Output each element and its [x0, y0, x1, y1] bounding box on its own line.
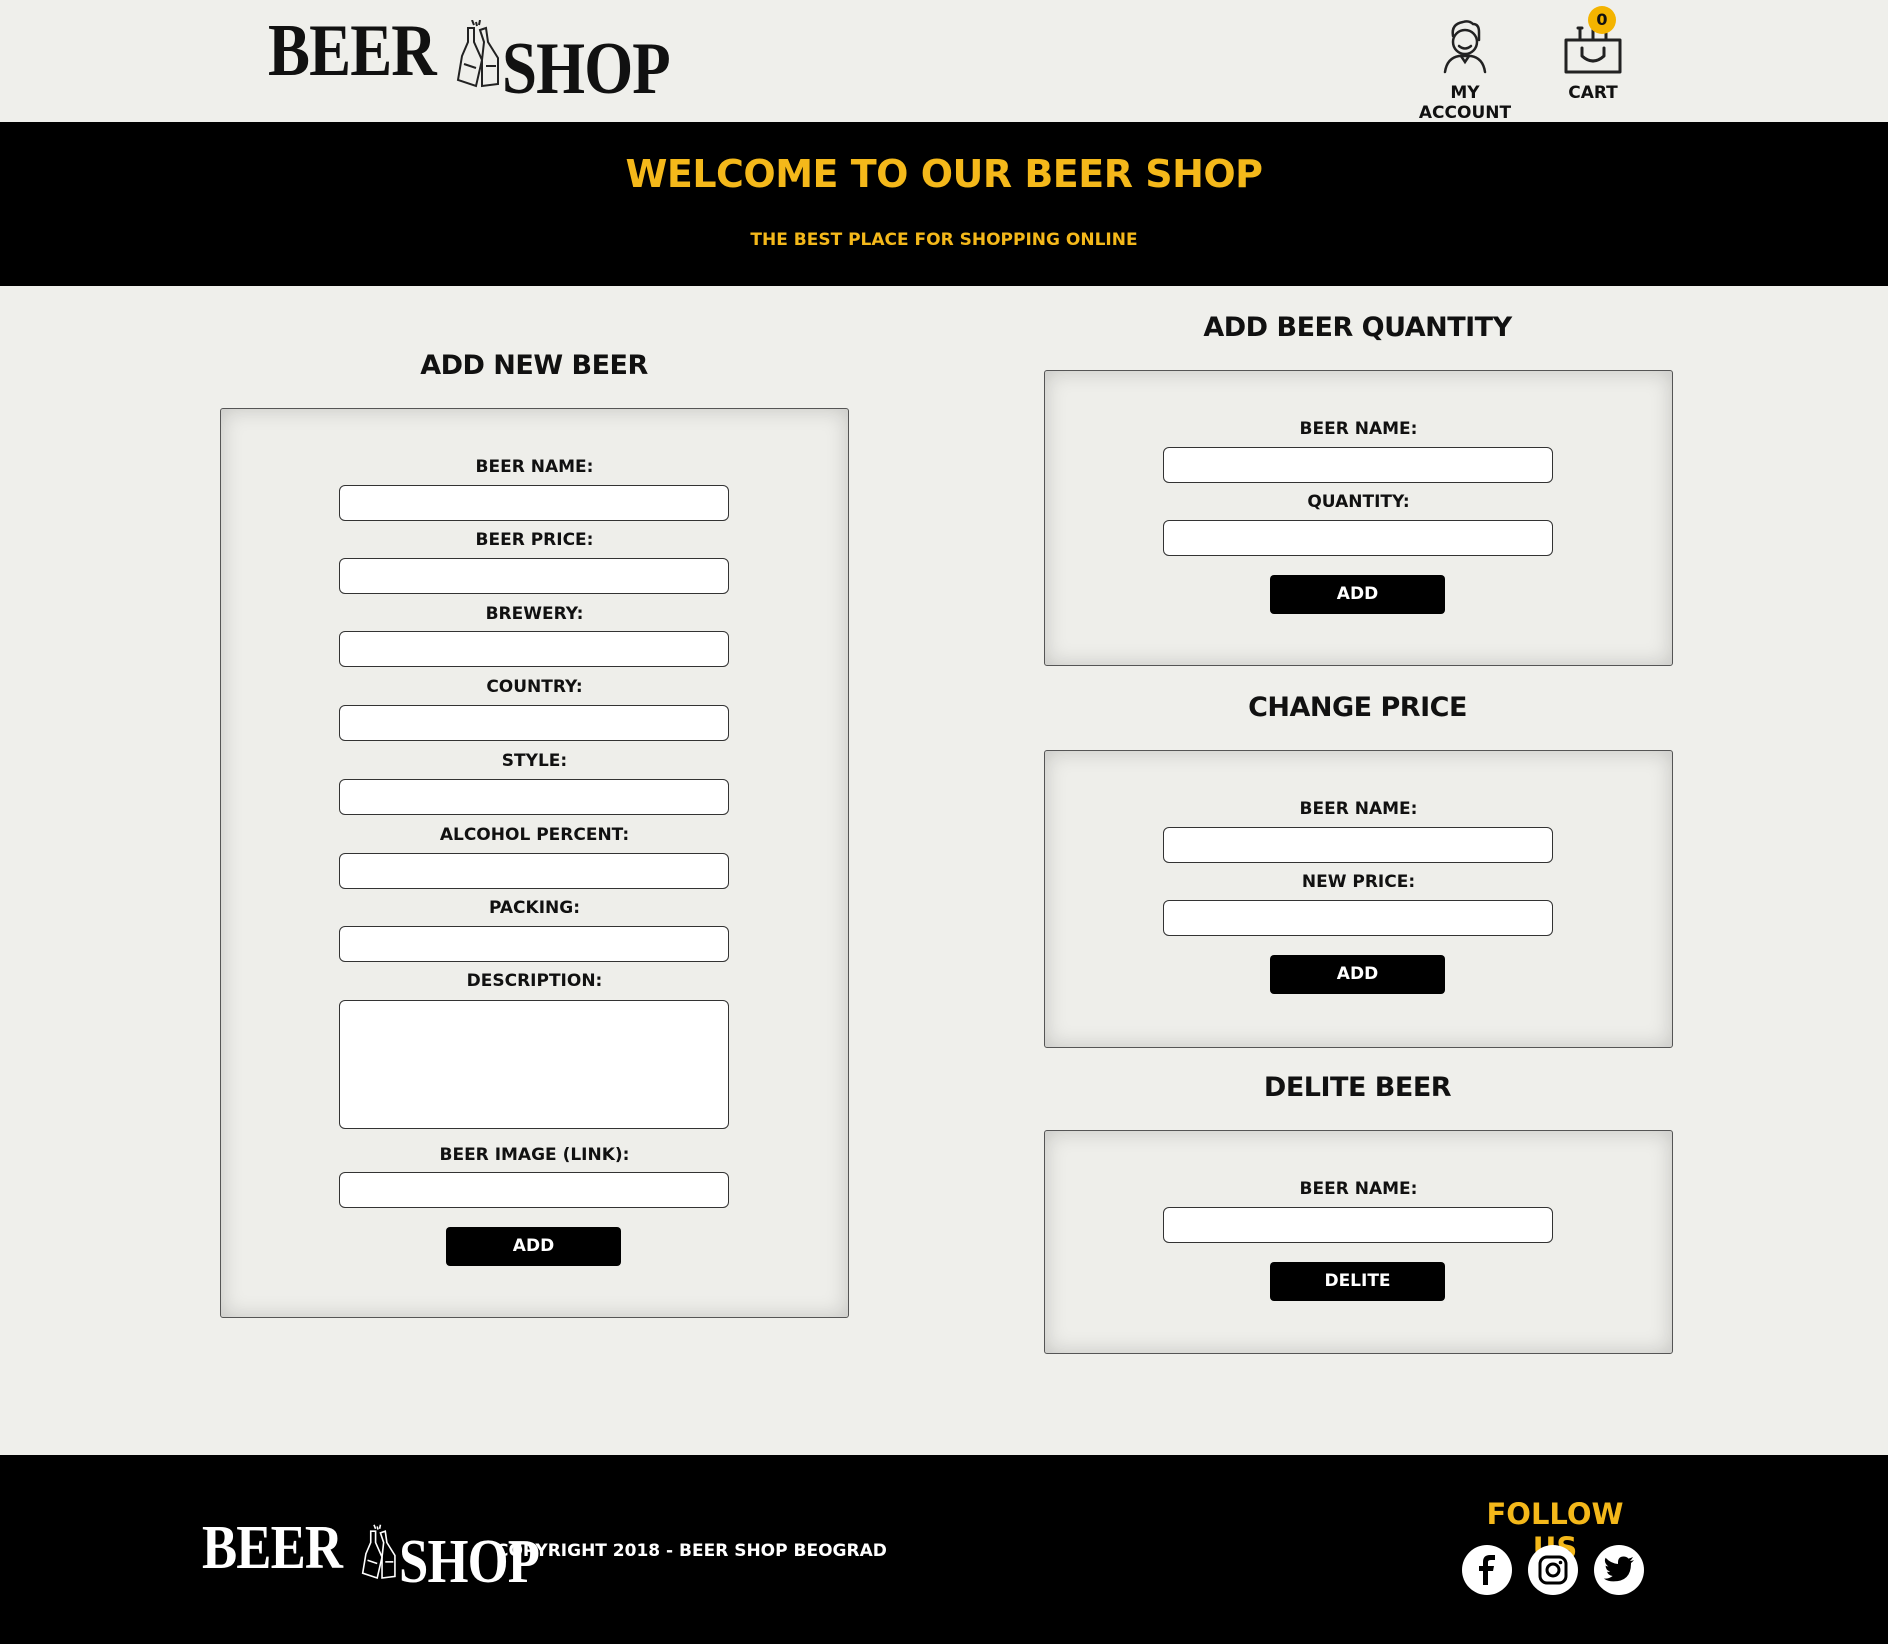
- footer-beer-bottles-icon: [361, 1524, 396, 1580]
- beer-price-label: BEER PRICE:: [475, 530, 594, 550]
- country-input[interactable]: [339, 705, 729, 741]
- beer-image-input[interactable]: [339, 1172, 729, 1208]
- cart-count-badge: 0: [1588, 6, 1616, 34]
- user-avatar-icon: [1443, 20, 1487, 74]
- site-footer: BEER SHOP COPYRIGHT 2018 - BEER SHOP BEO…: [0, 1455, 1888, 1644]
- instagram-icon: [1538, 1555, 1568, 1585]
- quantity-beer-name-input[interactable]: [1163, 447, 1553, 483]
- price-beer-name-label: BEER NAME:: [1299, 799, 1418, 819]
- site-logo[interactable]: BEER SHOP: [268, 14, 699, 106]
- beer-name-label: BEER NAME:: [475, 457, 594, 477]
- style-label: STYLE:: [501, 751, 568, 771]
- country-label: COUNTRY:: [486, 677, 583, 697]
- facebook-link[interactable]: [1462, 1545, 1512, 1595]
- beer-bottles-icon: [456, 20, 499, 88]
- description-label: DESCRIPTION:: [466, 971, 603, 991]
- add-quantity-title: ADD BEER QUANTITY: [1203, 312, 1512, 343]
- beer-image-label: BEER IMAGE (LINK):: [439, 1145, 630, 1165]
- price-beer-name-input[interactable]: [1163, 827, 1553, 863]
- logo-word-beer: BEER: [268, 10, 437, 92]
- description-textarea[interactable]: [339, 1000, 729, 1129]
- facebook-icon: [1479, 1555, 1495, 1585]
- cart-label: CART: [1568, 83, 1618, 103]
- delete-beer-form: BEER NAME: DELITE: [1044, 1130, 1673, 1354]
- my-account-label: MY ACCOUNT: [1418, 83, 1512, 123]
- footer-logo-word-beer: BEER: [202, 1514, 343, 1582]
- alcohol-percent-label: ALCOHOL PERCENT:: [439, 825, 630, 845]
- logo-word-shop: SHOP: [501, 28, 671, 110]
- my-account-link[interactable]: MY ACCOUNT: [1405, 18, 1525, 123]
- add-new-beer-form: BEER NAME: BEER PRICE: BREWERY: COUNTRY:…: [220, 408, 849, 1318]
- cart-link[interactable]: 0 CART: [1548, 6, 1638, 103]
- alcohol-percent-input[interactable]: [339, 853, 729, 889]
- quantity-beer-name-label: BEER NAME:: [1299, 419, 1418, 439]
- change-price-title: CHANGE PRICE: [1248, 692, 1467, 723]
- delete-beer-button[interactable]: DELITE: [1270, 1262, 1445, 1301]
- twitter-icon: [1603, 1556, 1634, 1582]
- copyright-text: COPYRIGHT 2018 - BEER SHOP BEOGRAD: [496, 1541, 887, 1561]
- welcome-banner: WELCOME TO OUR BEER SHOP THE BEST PLACE …: [0, 122, 1888, 286]
- add-beer-button[interactable]: ADD: [446, 1227, 621, 1266]
- delete-beer-name-input[interactable]: [1163, 1207, 1553, 1243]
- new-price-label: NEW PRICE:: [1301, 872, 1416, 892]
- add-new-beer-title: ADD NEW BEER: [420, 350, 648, 381]
- instagram-link[interactable]: [1528, 1545, 1578, 1595]
- twitter-link[interactable]: [1594, 1545, 1644, 1595]
- quantity-label: QUANTITY:: [1307, 492, 1410, 512]
- beer-name-input[interactable]: [339, 485, 729, 521]
- banner-subtitle: THE BEST PLACE FOR SHOPPING ONLINE: [750, 230, 1138, 250]
- delete-beer-name-label: BEER NAME:: [1299, 1179, 1418, 1199]
- packing-input[interactable]: [339, 926, 729, 962]
- add-quantity-form: BEER NAME: QUANTITY: ADD: [1044, 370, 1673, 666]
- quantity-input[interactable]: [1163, 520, 1553, 556]
- beer-price-input[interactable]: [339, 558, 729, 594]
- site-header: BEER SHOP MY ACCOUNT 0 CART: [0, 0, 1888, 123]
- change-price-button[interactable]: ADD: [1270, 955, 1445, 994]
- packing-label: PACKING:: [488, 898, 580, 918]
- delete-beer-title: DELITE BEER: [1263, 1072, 1452, 1103]
- new-price-input[interactable]: [1163, 900, 1553, 936]
- brewery-input[interactable]: [339, 631, 729, 667]
- add-quantity-button[interactable]: ADD: [1270, 575, 1445, 614]
- style-input[interactable]: [339, 779, 729, 815]
- brewery-label: BREWERY:: [485, 604, 584, 624]
- banner-title: WELCOME TO OUR BEER SHOP: [625, 152, 1263, 196]
- change-price-form: BEER NAME: NEW PRICE: ADD: [1044, 750, 1673, 1048]
